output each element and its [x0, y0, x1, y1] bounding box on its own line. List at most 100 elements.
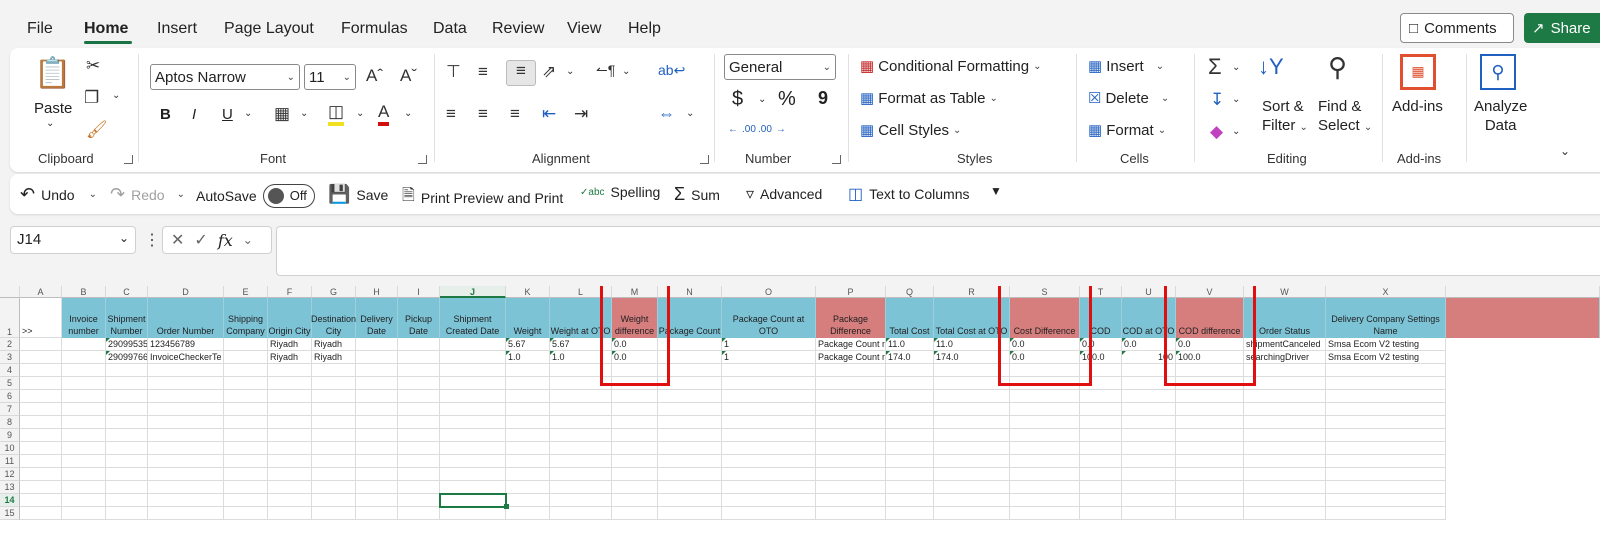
italic-button[interactable]: I — [192, 106, 196, 123]
empty-cell[interactable] — [886, 364, 934, 377]
empty-cell[interactable] — [816, 468, 886, 481]
empty-cell[interactable] — [816, 416, 886, 429]
empty-cell[interactable] — [356, 364, 398, 377]
empty-cell[interactable] — [398, 494, 440, 507]
enter-icon[interactable]: ✓ — [194, 230, 207, 250]
data-cell[interactable]: 174.0 — [886, 351, 934, 364]
empty-cell[interactable] — [612, 403, 658, 416]
empty-cell[interactable] — [658, 494, 722, 507]
empty-cell[interactable] — [148, 403, 224, 416]
empty-cell[interactable] — [62, 507, 106, 520]
empty-cell[interactable] — [722, 377, 816, 390]
column-header-e[interactable]: E — [224, 286, 268, 298]
advanced-filter-button[interactable]: ▿ Advanced — [746, 184, 822, 204]
empty-cell[interactable] — [1326, 390, 1446, 403]
empty-cell[interactable] — [106, 416, 148, 429]
collapse-ribbon-icon[interactable]: ⌄ — [1560, 144, 1570, 158]
empty-cell[interactable] — [612, 494, 658, 507]
empty-cell[interactable] — [886, 403, 934, 416]
align-bottom-icon[interactable]: ≡ — [506, 60, 536, 86]
decrease-font-icon[interactable]: Aˇ — [400, 66, 417, 86]
empty-cell[interactable] — [1326, 442, 1446, 455]
empty-cell[interactable] — [312, 481, 356, 494]
empty-cell[interactable] — [1326, 377, 1446, 390]
align-top-icon[interactable]: ⊤ — [446, 62, 461, 82]
empty-cell[interactable] — [148, 442, 224, 455]
analyze-data-button[interactable]: Analyze Data — [1474, 98, 1527, 134]
fill-color-dropdown-icon[interactable]: ⌄ — [356, 108, 364, 119]
paste-dropdown-icon[interactable]: ⌄ — [46, 118, 54, 129]
empty-cell[interactable] — [816, 442, 886, 455]
empty-cell[interactable] — [106, 390, 148, 403]
empty-cell[interactable] — [268, 364, 312, 377]
autosum-dropdown-icon[interactable]: ⌄ — [1232, 62, 1240, 73]
sort-filter-button[interactable]: Sort & Filter ⌄ — [1262, 98, 1308, 134]
empty-cell[interactable] — [106, 494, 148, 507]
number-format-select[interactable]: General ⌄ — [724, 54, 836, 80]
empty-cell[interactable] — [148, 429, 224, 442]
empty-cell[interactable] — [398, 416, 440, 429]
empty-cell[interactable] — [1080, 390, 1122, 403]
percent-button[interactable]: % — [778, 88, 796, 111]
empty-cell[interactable] — [268, 416, 312, 429]
empty-cell[interactable] — [312, 364, 356, 377]
empty-cell[interactable] — [440, 403, 506, 416]
empty-cell[interactable] — [1010, 468, 1080, 481]
empty-cell[interactable] — [106, 403, 148, 416]
empty-cell[interactable] — [356, 429, 398, 442]
empty-cell[interactable] — [440, 442, 506, 455]
empty-cell[interactable] — [398, 390, 440, 403]
menu-review[interactable]: Review — [492, 20, 544, 38]
data-cell[interactable]: Riyadh — [268, 338, 312, 351]
empty-cell[interactable] — [612, 416, 658, 429]
cell-styles-button[interactable]: ▦ Cell Styles ⌄ — [860, 121, 961, 140]
rtl-dropdown-icon[interactable]: ⌄ — [622, 66, 630, 77]
empty-cell[interactable] — [268, 455, 312, 468]
empty-cell[interactable] — [440, 468, 506, 481]
empty-cell[interactable] — [1326, 403, 1446, 416]
column-header-extra[interactable] — [1446, 286, 1600, 298]
empty-cell[interactable] — [312, 507, 356, 520]
menu-help[interactable]: Help — [628, 20, 661, 38]
empty-cell[interactable] — [268, 481, 312, 494]
data-cell[interactable]: Smsa Ecom V2 testing — [1326, 351, 1446, 364]
empty-cell[interactable] — [224, 507, 268, 520]
empty-cell[interactable] — [1326, 481, 1446, 494]
empty-cell[interactable] — [722, 468, 816, 481]
autosave-toggle[interactable]: Off — [262, 184, 315, 208]
empty-cell[interactable] — [398, 507, 440, 520]
empty-cell[interactable] — [1244, 494, 1326, 507]
empty-cell[interactable] — [356, 377, 398, 390]
empty-cell[interactable] — [1010, 442, 1080, 455]
column-header-d[interactable]: D — [148, 286, 224, 298]
copy-icon[interactable]: ❐ — [84, 88, 99, 108]
empty-cell[interactable] — [658, 455, 722, 468]
data-cell[interactable] — [398, 351, 440, 364]
empty-cell[interactable] — [1176, 429, 1244, 442]
font-launcher-icon[interactable] — [418, 155, 427, 164]
empty-cell[interactable] — [148, 468, 224, 481]
empty-cell[interactable] — [356, 468, 398, 481]
format-painter-icon[interactable]: 🖌 — [86, 120, 108, 140]
menu-insert[interactable]: Insert — [157, 20, 197, 38]
data-cell[interactable] — [440, 351, 506, 364]
empty-cell[interactable] — [1176, 403, 1244, 416]
empty-cell[interactable] — [506, 481, 550, 494]
empty-cell[interactable] — [440, 507, 506, 520]
empty-cell[interactable] — [268, 429, 312, 442]
empty-cell[interactable] — [62, 442, 106, 455]
empty-cell[interactable] — [62, 416, 106, 429]
orientation-dropdown-icon[interactable]: ⌄ — [566, 66, 574, 77]
empty-cell[interactable] — [1326, 507, 1446, 520]
empty-cell[interactable] — [62, 468, 106, 481]
empty-cell[interactable] — [886, 494, 934, 507]
empty-cell[interactable] — [658, 429, 722, 442]
active-cell-j14[interactable] — [439, 493, 507, 508]
find-select-button[interactable]: Find & Select ⌄ — [1318, 98, 1372, 134]
empty-cell[interactable] — [224, 481, 268, 494]
empty-cell[interactable] — [1176, 416, 1244, 429]
row-header-15[interactable]: 15 — [0, 507, 20, 520]
empty-cell[interactable] — [1244, 468, 1326, 481]
menu-data[interactable]: Data — [433, 20, 467, 38]
empty-cell[interactable] — [440, 416, 506, 429]
